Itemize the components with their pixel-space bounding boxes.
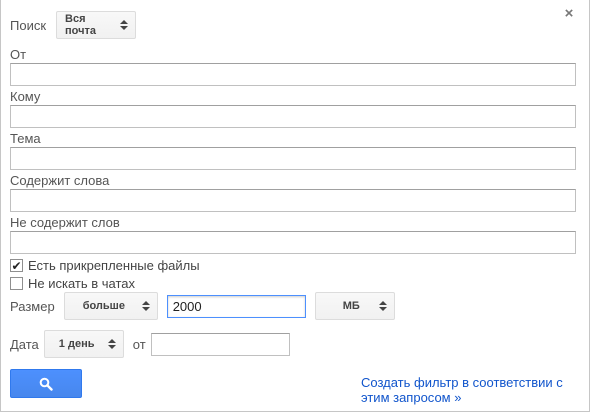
date-from-label: от	[132, 336, 146, 352]
to-input[interactable]	[10, 105, 576, 128]
from-input[interactable]	[10, 63, 576, 86]
has-words-label: Содержит слова	[10, 173, 110, 188]
create-filter-link[interactable]: Создать фильтр в соответствии с этим зап…	[361, 375, 576, 405]
date-label: Дата	[10, 336, 39, 352]
search-label: Поиск	[10, 17, 47, 33]
size-unit-value: МБ	[342, 300, 360, 312]
search-scope-value: Вся почта	[65, 13, 97, 37]
size-unit-select[interactable]: МБ	[314, 292, 395, 320]
search-button[interactable]	[10, 369, 82, 398]
close-icon[interactable]: ×	[562, 6, 576, 21]
subject-label: Тема	[10, 131, 41, 146]
date-range-select[interactable]: 1 день	[43, 330, 124, 358]
size-operator-value: больше	[82, 300, 125, 312]
has-attachment-checkbox[interactable]: ✔	[10, 259, 23, 272]
size-row: Размер больше МБ	[10, 292, 395, 320]
search-scope-row: Поиск Вся почта	[10, 11, 137, 39]
exclude-chats-row: Не искать в чатах	[10, 276, 135, 291]
select-arrows-icon	[378, 301, 387, 311]
exclude-chats-label[interactable]: Не искать в чатах	[28, 276, 135, 291]
size-value-input[interactable]	[166, 294, 306, 318]
not-words-input[interactable]	[10, 231, 576, 254]
date-input[interactable]	[150, 332, 290, 356]
advanced-search-panel: × Поиск Вся почта От Кому Тема Содержит …	[0, 0, 590, 412]
not-words-label: Не содержит слов	[10, 215, 120, 230]
subject-input[interactable]	[10, 147, 576, 170]
date-range-value: 1 день	[58, 338, 95, 350]
date-row: Дата 1 день от	[10, 330, 290, 358]
search-icon	[39, 377, 53, 391]
has-attachment-label[interactable]: Есть прикрепленные файлы	[28, 258, 200, 273]
has-attachment-row: ✔ Есть прикрепленные файлы	[10, 258, 200, 273]
select-arrows-icon	[107, 339, 116, 349]
from-label: От	[10, 47, 27, 62]
search-scope-select[interactable]: Вся почта	[56, 11, 137, 39]
exclude-chats-checkbox[interactable]	[10, 277, 23, 290]
size-label: Размер	[10, 298, 55, 314]
select-arrows-icon	[141, 301, 150, 311]
to-label: Кому	[10, 89, 41, 104]
size-operator-select[interactable]: больше	[63, 292, 158, 320]
select-arrows-icon	[120, 20, 129, 30]
has-words-input[interactable]	[10, 189, 576, 212]
